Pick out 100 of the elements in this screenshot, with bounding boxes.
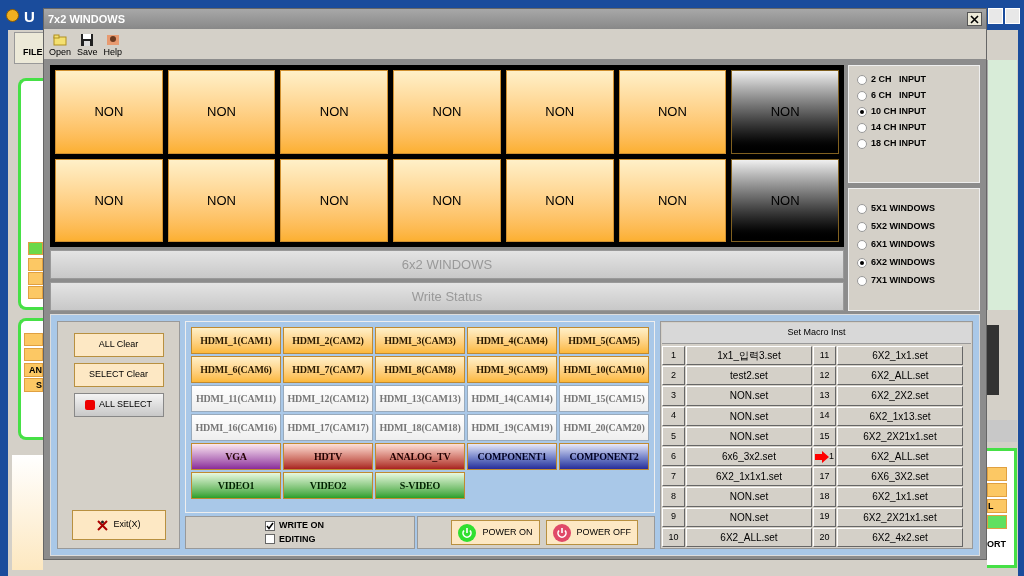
source-button[interactable]: HDMI_1(CAM1) (191, 327, 281, 354)
source-button[interactable]: HDMI_5(CAM5) (559, 327, 649, 354)
source-button[interactable]: HDMI_16(CAM16) (191, 414, 281, 441)
macro-button[interactable]: NON.set (686, 386, 812, 406)
window-tile[interactable]: NON (55, 70, 163, 154)
app-button[interactable] (28, 286, 43, 299)
radio-option[interactable]: 18 CH INPUT (857, 136, 971, 152)
app-button[interactable] (28, 272, 43, 285)
macro-button[interactable]: 6X2_1x1x1.set (686, 467, 812, 487)
radio-button[interactable] (857, 204, 867, 214)
app-button[interactable]: AN (24, 363, 43, 377)
radio-button[interactable] (857, 222, 867, 232)
macro-button[interactable]: 6X2_1x1.set (837, 346, 963, 366)
source-button[interactable]: HDMI_9(CAM9) (467, 356, 557, 383)
window-tile[interactable]: NON (393, 70, 501, 154)
checkbox-option[interactable]: EDITING (265, 532, 335, 546)
macro-button[interactable]: 6X2_ALL.set (837, 366, 963, 386)
power-button[interactable]: POWER OFF (545, 520, 638, 545)
macro-button[interactable]: NON.set (686, 487, 812, 507)
radio-button[interactable] (857, 75, 867, 85)
source-button[interactable]: VIDEO2 (283, 472, 373, 499)
radio-button[interactable] (857, 91, 867, 101)
checkbox[interactable] (265, 534, 275, 545)
checkbox[interactable] (265, 520, 275, 531)
window-tile[interactable]: NON (505, 70, 614, 154)
radio-option[interactable]: 6X2 WINDOWS (857, 255, 971, 271)
control-button[interactable]: ALL SELECT (73, 393, 164, 417)
close-button[interactable] (967, 12, 982, 26)
app-button[interactable] (987, 515, 1007, 529)
app-button[interactable]: S (24, 378, 43, 392)
radio-option[interactable]: 7X1 WINDOWS (857, 273, 971, 289)
source-button[interactable]: HDMI_18(CAM18) (375, 414, 465, 441)
window-tile[interactable]: NON (55, 158, 163, 242)
source-button[interactable]: ANALOG_TV (375, 443, 465, 470)
source-button[interactable]: HDMI_15(CAM15) (559, 385, 649, 412)
source-button[interactable]: HDMI_13(CAM13) (375, 385, 465, 412)
source-button[interactable]: HDMI_14(CAM14) (467, 385, 557, 412)
window-tile[interactable]: NON (393, 158, 501, 242)
radio-button[interactable] (857, 107, 867, 117)
window-tile[interactable]: NON (618, 158, 727, 242)
radio-option[interactable]: 14 CH INPUT (857, 120, 971, 136)
source-button[interactable]: HDMI_11(CAM11) (191, 385, 281, 412)
source-button[interactable]: HDMI_6(CAM6) (191, 356, 281, 383)
radio-option[interactable]: 10 CH INPUT (857, 104, 971, 120)
exit-button[interactable]: Exit(X) (71, 510, 166, 540)
radio-option[interactable]: 5X2 WINDOWS (857, 219, 971, 235)
source-button[interactable]: COMPONENT2 (559, 443, 649, 470)
power-button[interactable]: POWER ON (451, 520, 540, 545)
source-button[interactable]: HDMI_2(CAM2) (283, 327, 373, 354)
source-button[interactable]: HDMI_7(CAM7) (283, 356, 373, 383)
window-tile[interactable]: NON (280, 70, 389, 154)
app-button[interactable] (987, 483, 1007, 497)
source-button[interactable]: HDMI_4(CAM4) (467, 327, 557, 354)
source-button[interactable]: HDMI_19(CAM19) (467, 414, 557, 441)
macro-button[interactable]: 6X2_ALL.set (686, 527, 812, 547)
macro-button[interactable]: 1x1_입력3.set (686, 346, 812, 366)
macro-button[interactable]: 6X2_2X21x1.set (837, 426, 963, 446)
window-tile[interactable]: NON (167, 70, 276, 154)
macro-button[interactable]: 6X2_2X2.set (837, 386, 963, 406)
macro-button[interactable]: 6X2_1x1.set (837, 487, 963, 507)
radio-option[interactable]: 5X1 WINDOWS (857, 201, 971, 217)
macro-button[interactable]: 6X2_1x13.set (837, 406, 963, 426)
app-button[interactable] (24, 348, 43, 361)
source-button[interactable]: S-VIDEO (375, 472, 465, 499)
app-button[interactable] (24, 333, 43, 346)
macro-button[interactable]: NON.set (686, 406, 812, 426)
radio-option[interactable]: 6X1 WINDOWS (857, 237, 971, 253)
menu-label[interactable]: FILE (23, 46, 43, 60)
macro-button[interactable]: NON.set (686, 507, 812, 527)
macro-button[interactable]: 6x6_3x2.set (686, 447, 812, 467)
control-button[interactable]: SELECT Clear (73, 363, 164, 387)
window-tile[interactable]: NON (167, 158, 276, 242)
app-button[interactable] (28, 258, 43, 271)
radio-button[interactable] (857, 240, 867, 250)
macro-button[interactable]: test2.set (686, 366, 812, 386)
radio-button[interactable] (857, 139, 867, 149)
window-tile[interactable]: NON (505, 158, 614, 242)
source-button[interactable]: VIDEO1 (191, 472, 281, 499)
macro-button[interactable]: 6X2_4x2.set (837, 527, 963, 547)
macro-button[interactable]: 6X6_3X2.set (837, 467, 963, 487)
source-button[interactable]: HDTV (283, 443, 373, 470)
control-button[interactable]: ALL Clear (73, 333, 164, 357)
source-button[interactable]: HDMI_10(CAM10) (559, 356, 649, 383)
source-button[interactable]: HDMI_12(CAM12) (283, 385, 373, 412)
source-button[interactable]: HDMI_3(CAM3) (375, 327, 465, 354)
radio-option[interactable]: 2 CH INPUT (857, 72, 971, 88)
checkbox-option[interactable]: WRITE ON (265, 519, 335, 533)
source-button[interactable]: HDMI_8(CAM8) (375, 356, 465, 383)
source-button[interactable]: COMPONENT1 (467, 443, 557, 470)
source-button[interactable]: VGA (191, 443, 281, 470)
macro-button[interactable]: 6X2_2X21x1.set (837, 507, 963, 527)
window-tile[interactable]: NON (280, 158, 389, 242)
source-button[interactable]: HDMI_20(CAM20) (559, 414, 649, 441)
macro-button[interactable]: 6X2_ALL.set (837, 447, 963, 467)
app-button[interactable] (987, 467, 1007, 481)
radio-button[interactable] (857, 276, 867, 286)
app-button[interactable]: L (987, 499, 1007, 513)
radio-button[interactable] (857, 258, 867, 268)
macro-button[interactable]: NON.set (686, 426, 812, 446)
source-button[interactable]: HDMI_17(CAM17) (283, 414, 373, 441)
